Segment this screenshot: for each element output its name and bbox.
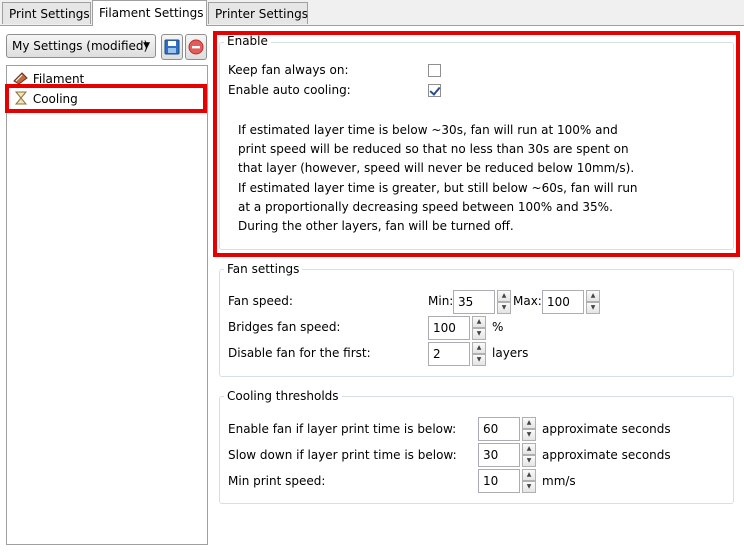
fan-max-label: Max: xyxy=(513,294,542,308)
slow-down-threshold-input[interactable]: 30 xyxy=(478,443,520,467)
spin-down-icon[interactable]: ▼ xyxy=(586,302,600,314)
preset-dropdown[interactable]: My Settings (modified) ▼ xyxy=(6,34,156,58)
min-print-speed-unit: mm/s xyxy=(542,474,576,488)
enable-highlight-box xyxy=(213,31,740,257)
fan-speed-label: Fan speed: xyxy=(228,294,293,308)
spin-down-icon[interactable]: ▼ xyxy=(522,429,536,441)
disable-fan-unit: layers xyxy=(492,346,529,360)
cooling-highlight-box xyxy=(5,84,207,113)
enable-fan-threshold-input[interactable]: 60 xyxy=(478,417,520,441)
fan-max-spinner[interactable]: ▲ ▼ xyxy=(586,290,600,314)
spin-up-icon[interactable]: ▲ xyxy=(472,342,486,354)
bridges-fan-input[interactable]: 100 xyxy=(428,316,470,340)
slow-down-threshold-spinner[interactable]: ▲ ▼ xyxy=(522,443,536,467)
spin-up-icon[interactable]: ▲ xyxy=(472,316,486,328)
bridges-fan-spinner[interactable]: ▲ ▼ xyxy=(472,316,486,340)
slow-down-threshold-unit: approximate seconds xyxy=(542,448,671,462)
spin-down-icon[interactable]: ▼ xyxy=(472,354,486,366)
enable-fan-threshold-label: Enable fan if layer print time is below: xyxy=(228,422,457,436)
min-print-speed-input[interactable]: 10 xyxy=(478,469,520,493)
tab-filament-settings[interactable]: Filament Settings xyxy=(92,0,207,26)
fan-min-input[interactable]: 35 xyxy=(453,290,495,314)
tab-print-settings[interactable]: Print Settings xyxy=(2,2,91,24)
spin-up-icon[interactable]: ▲ xyxy=(522,417,536,429)
delete-preset-button[interactable] xyxy=(185,34,207,60)
save-preset-button[interactable] xyxy=(161,34,183,60)
spool-icon xyxy=(13,72,28,85)
category-tree: Filament Cooling xyxy=(6,65,208,545)
min-print-speed-label: Min print speed: xyxy=(228,474,326,488)
min-print-speed-spinner[interactable]: ▲ ▼ xyxy=(522,469,536,493)
spin-up-icon[interactable]: ▲ xyxy=(522,469,536,481)
enable-fan-threshold-unit: approximate seconds xyxy=(542,422,671,436)
spin-down-icon[interactable]: ▼ xyxy=(472,328,486,340)
fan-min-label: Min: xyxy=(428,294,454,308)
delete-icon xyxy=(188,39,204,55)
preset-selected-label: My Settings (modified) xyxy=(12,39,149,53)
bridges-fan-unit: % xyxy=(492,320,504,334)
save-icon xyxy=(164,39,180,55)
disable-fan-label: Disable fan for the first: xyxy=(228,346,371,360)
bridges-fan-label: Bridges fan speed: xyxy=(228,320,341,334)
chevron-down-icon: ▼ xyxy=(143,41,150,51)
cooling-thresholds-title: Cooling thresholds xyxy=(224,389,342,403)
slow-down-threshold-label: Slow down if layer print time is below: xyxy=(228,448,457,462)
spin-up-icon[interactable]: ▲ xyxy=(522,443,536,455)
disable-fan-input[interactable]: 2 xyxy=(428,342,470,366)
spin-up-icon[interactable]: ▲ xyxy=(586,290,600,302)
fan-settings-title: Fan settings xyxy=(224,262,303,276)
spin-up-icon[interactable]: ▲ xyxy=(497,290,511,302)
spin-down-icon[interactable]: ▼ xyxy=(522,481,536,493)
fan-min-spinner[interactable]: ▲ ▼ xyxy=(497,290,511,314)
tab-printer-settings[interactable]: Printer Settings xyxy=(208,2,308,24)
fan-max-input[interactable]: 100 xyxy=(542,290,584,314)
spin-down-icon[interactable]: ▼ xyxy=(522,455,536,467)
enable-fan-threshold-spinner[interactable]: ▲ ▼ xyxy=(522,417,536,441)
spin-down-icon[interactable]: ▼ xyxy=(497,302,511,314)
disable-fan-spinner[interactable]: ▲ ▼ xyxy=(472,342,486,366)
